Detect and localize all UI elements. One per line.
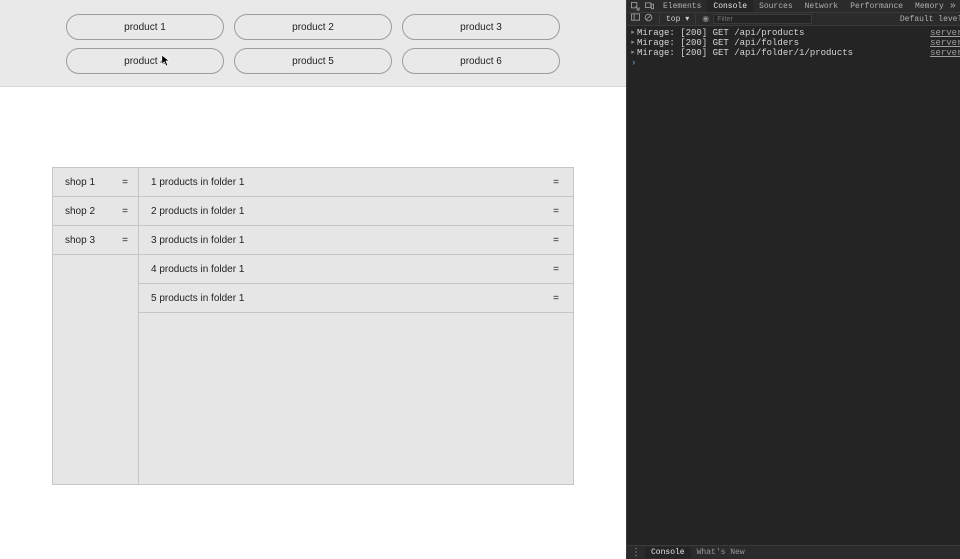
drawer-tab-console[interactable]: Console — [645, 547, 691, 558]
folder-item-label: 1 products in folder 1 — [151, 177, 244, 188]
folder-item-label: 5 products in folder 1 — [151, 293, 244, 304]
log-message: Mirage: [200] GET /api/folders — [637, 38, 930, 48]
drawer-menu-icon[interactable]: ⋮ — [631, 547, 641, 559]
shop-row[interactable]: shop 3 = — [53, 226, 138, 255]
separator — [659, 14, 660, 24]
shop-label: shop 3 — [65, 235, 95, 246]
product-button[interactable]: product 5 — [234, 48, 392, 74]
expand-arrow-icon[interactable]: ▸ — [629, 48, 637, 58]
console-log-line[interactable]: ▸ Mirage: [200] GET /api/folders server.… — [629, 38, 960, 48]
shop-label: shop 2 — [65, 206, 95, 217]
shop-label: shop 1 — [65, 177, 95, 188]
button-row-1: product 1 product 2 product 3 — [10, 14, 616, 40]
app-panel: product 1 product 2 product 3 product 4 … — [0, 0, 626, 559]
filter-input[interactable] — [713, 14, 812, 24]
top-button-bar: product 1 product 2 product 3 product 4 … — [0, 0, 626, 87]
clear-console-icon[interactable] — [644, 13, 653, 25]
inspect-element-icon[interactable] — [629, 1, 641, 11]
log-source-link[interactable]: server.js:44 — [930, 48, 960, 58]
live-expression-icon[interactable]: ◉ — [702, 14, 709, 24]
folder-item-row[interactable]: 2 products in folder 1 = — [139, 197, 573, 226]
devtools-panel: Elements Console Sources Network Perform… — [626, 0, 960, 559]
log-source-link[interactable]: server.js:44 — [930, 38, 960, 48]
tab-sources[interactable]: Sources — [753, 0, 799, 12]
two-column-panel: shop 1 = shop 2 = shop 3 = 1 products in… — [52, 167, 574, 485]
log-message: Mirage: [200] GET /api/products — [637, 28, 930, 38]
tab-elements[interactable]: Elements — [657, 0, 707, 12]
shop-row[interactable]: shop 1 = — [53, 168, 138, 197]
folder-item-row[interactable]: 5 products in folder 1 = — [139, 284, 573, 313]
product-button[interactable]: product 1 — [66, 14, 224, 40]
product-button[interactable]: product 3 — [402, 14, 560, 40]
tab-performance[interactable]: Performance — [844, 0, 909, 12]
folder-item-label: 2 products in folder 1 — [151, 206, 244, 217]
context-select[interactable]: top ▾ — [666, 14, 689, 24]
drag-handle-icon[interactable]: = — [553, 235, 559, 246]
console-prompt[interactable]: › — [629, 58, 960, 68]
drag-handle-icon[interactable]: = — [122, 206, 128, 217]
expand-arrow-icon[interactable]: ▸ — [629, 28, 637, 38]
log-message: Mirage: [200] GET /api/folder/1/products — [637, 48, 930, 58]
console-toolbar: top ▾ ◉ Default levels ▾ — [627, 13, 960, 26]
tab-network[interactable]: Network — [799, 0, 845, 12]
folder-item-label: 3 products in folder 1 — [151, 235, 244, 246]
devtools-tab-bar: Elements Console Sources Network Perform… — [627, 0, 960, 13]
console-log-line[interactable]: ▸ Mirage: [200] GET /api/products server… — [629, 28, 960, 38]
folder-item-row[interactable]: 3 products in folder 1 = — [139, 226, 573, 255]
drag-handle-icon[interactable]: = — [553, 177, 559, 188]
folder-item-row[interactable]: 4 products in folder 1 = — [139, 255, 573, 284]
shop-row[interactable]: shop 2 = — [53, 197, 138, 226]
devtools-drawer: ⋮ Console What's New × — [627, 545, 960, 559]
log-source-link[interactable]: server.js:44 — [930, 28, 960, 38]
folder-items-column: 1 products in folder 1 = 2 products in f… — [139, 168, 573, 484]
separator — [695, 14, 696, 24]
more-tabs-icon[interactable]: » — [950, 1, 956, 12]
button-row-2: product 4 product 5 product 6 — [10, 48, 616, 74]
tab-memory[interactable]: Memory — [909, 0, 950, 12]
log-levels-select[interactable]: Default levels ▾ — [900, 14, 960, 24]
product-button[interactable]: product 4 — [66, 48, 224, 74]
folder-item-label: 4 products in folder 1 — [151, 264, 244, 275]
drag-handle-icon[interactable]: = — [122, 177, 128, 188]
console-output[interactable]: ▸ Mirage: [200] GET /api/products server… — [627, 26, 960, 545]
sidebar-toggle-icon[interactable] — [631, 13, 640, 25]
device-toolbar-icon[interactable] — [643, 1, 655, 11]
console-log-line[interactable]: ▸ Mirage: [200] GET /api/folder/1/produc… — [629, 48, 960, 58]
product-button[interactable]: product 6 — [402, 48, 560, 74]
expand-arrow-icon[interactable]: ▸ — [629, 38, 637, 48]
drag-handle-icon[interactable]: = — [122, 235, 128, 246]
shops-column: shop 1 = shop 2 = shop 3 = — [53, 168, 139, 484]
drag-handle-icon[interactable]: = — [553, 206, 559, 217]
tab-console[interactable]: Console — [707, 0, 753, 12]
drag-handle-icon[interactable]: = — [553, 264, 559, 275]
drag-handle-icon[interactable]: = — [553, 293, 559, 304]
product-button[interactable]: product 2 — [234, 14, 392, 40]
folder-item-row[interactable]: 1 products in folder 1 = — [139, 168, 573, 197]
caret-down-icon: ▾ — [685, 15, 689, 24]
drawer-tab-whatsnew[interactable]: What's New — [691, 547, 751, 558]
workspace: shop 1 = shop 2 = shop 3 = 1 products in… — [0, 87, 626, 525]
